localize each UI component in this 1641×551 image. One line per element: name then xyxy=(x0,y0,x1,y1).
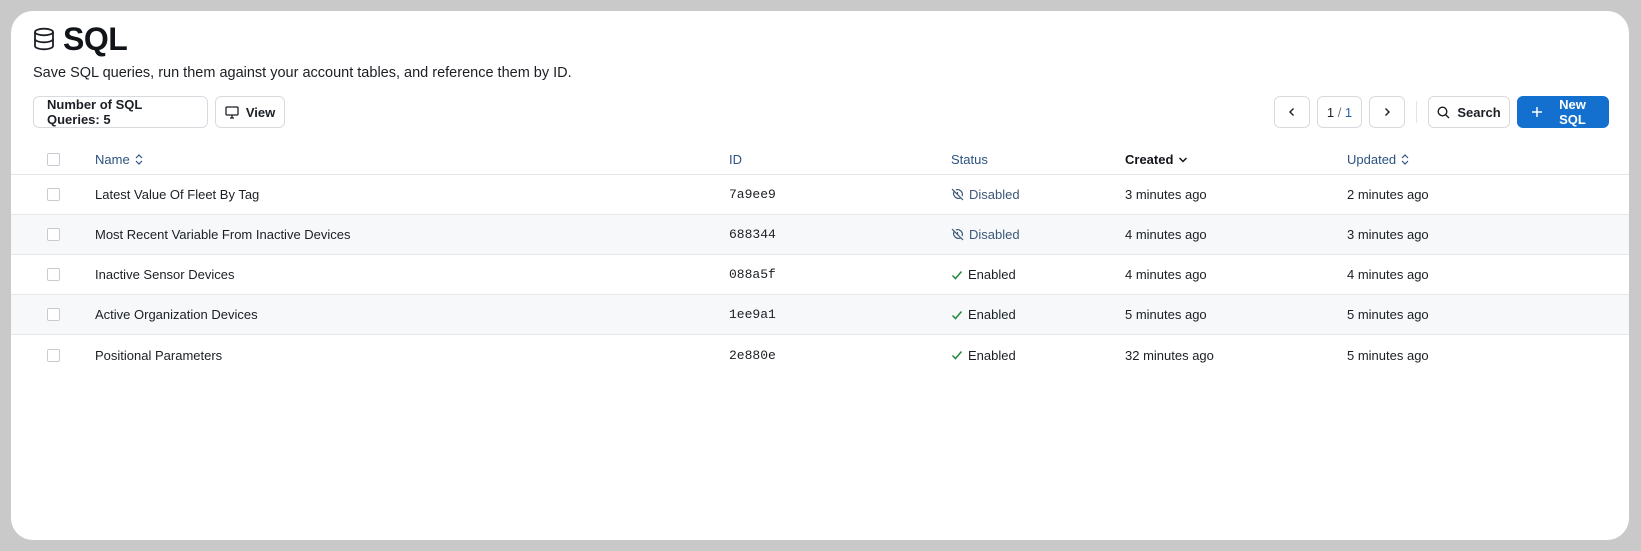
column-header-name[interactable]: Name xyxy=(95,145,143,174)
chevron-down-icon xyxy=(1178,156,1188,164)
toolbar: Number of SQL Queries: 5 View 1 / 1 Sear… xyxy=(33,96,1609,128)
page-title: SQL xyxy=(63,20,128,57)
row-id: 1ee9a1 xyxy=(729,307,776,322)
column-header-updated-label: Updated xyxy=(1347,152,1397,167)
page-indicator: 1 / 1 xyxy=(1317,96,1362,128)
page-current: 1 xyxy=(1326,104,1335,120)
app-window: SQL Save SQL queries, run them against y… xyxy=(11,11,1629,540)
disabled-icon xyxy=(951,228,964,241)
row-status-label: Enabled xyxy=(968,307,1016,322)
page-total: 1 xyxy=(1344,104,1353,120)
view-button-label: View xyxy=(245,104,276,120)
view-button[interactable]: View xyxy=(215,96,285,128)
column-header-created[interactable]: Created xyxy=(1125,145,1188,174)
row-name[interactable]: Inactive Sensor Devices xyxy=(95,255,234,294)
page-header: SQL Save SQL queries, run them against y… xyxy=(33,21,1607,82)
row-updated: 4 minutes ago xyxy=(1347,267,1429,282)
table-row[interactable]: Inactive Sensor Devices 088a5f Enabled 4… xyxy=(11,255,1629,295)
sort-icon xyxy=(1401,154,1409,165)
search-button-label: Search xyxy=(1457,104,1501,120)
previous-page-button[interactable] xyxy=(1274,96,1310,128)
sql-table: Name ID Status Created Updated Latest Va… xyxy=(11,145,1629,375)
search-button[interactable]: Search xyxy=(1428,96,1510,128)
row-created: 32 minutes ago xyxy=(1125,347,1214,363)
row-id: 7a9ee9 xyxy=(729,187,776,202)
row-updated: 5 minutes ago xyxy=(1347,307,1429,322)
row-status-label: Disabled xyxy=(969,227,1020,242)
column-header-name-label: Name xyxy=(95,152,130,167)
table-row[interactable]: Most Recent Variable From Inactive Devic… xyxy=(11,215,1629,255)
sort-icon xyxy=(135,154,143,165)
row-name[interactable]: Active Organization Devices xyxy=(95,295,258,334)
table-header-row: Name ID Status Created Updated xyxy=(11,145,1629,175)
row-checkbox[interactable] xyxy=(47,308,60,321)
check-icon xyxy=(951,269,963,281)
row-status: Disabled xyxy=(951,215,1020,254)
page-subtitle: Save SQL queries, run them against your … xyxy=(33,65,572,81)
database-icon xyxy=(33,27,55,51)
row-created: 4 minutes ago xyxy=(1125,267,1207,282)
check-icon xyxy=(951,349,963,361)
row-status-label: Disabled xyxy=(969,187,1020,202)
row-created: 5 minutes ago xyxy=(1125,307,1207,322)
row-name[interactable]: Latest Value Of Fleet By Tag xyxy=(95,175,259,214)
row-updated: 2 minutes ago xyxy=(1347,187,1429,202)
row-name[interactable]: Most Recent Variable From Inactive Devic… xyxy=(95,215,351,254)
row-checkbox[interactable] xyxy=(47,188,60,201)
row-id: 2e880e xyxy=(729,347,776,363)
row-checkbox[interactable] xyxy=(47,228,60,241)
row-status: Enabled xyxy=(951,295,1016,334)
search-icon xyxy=(1437,105,1450,119)
column-header-updated[interactable]: Updated xyxy=(1347,145,1409,174)
select-all-checkbox[interactable] xyxy=(47,153,60,166)
monitor-icon xyxy=(225,105,239,119)
row-id: 688344 xyxy=(729,227,776,242)
query-count-badge: Number of SQL Queries: 5 xyxy=(33,96,208,128)
column-header-status: Status xyxy=(951,145,988,174)
row-id: 088a5f xyxy=(729,267,776,282)
row-status-label: Enabled xyxy=(968,347,1016,363)
row-updated: 3 minutes ago xyxy=(1347,227,1429,242)
chevron-right-icon xyxy=(1382,105,1392,120)
row-checkbox[interactable] xyxy=(47,268,60,281)
row-status: Enabled xyxy=(951,255,1016,294)
new-sql-button[interactable]: New SQL xyxy=(1517,96,1609,128)
row-status: Disabled xyxy=(951,175,1020,214)
table-row[interactable]: Active Organization Devices 1ee9a1 Enabl… xyxy=(11,295,1629,335)
check-icon xyxy=(951,309,963,321)
row-created: 4 minutes ago xyxy=(1125,227,1207,242)
title-row: SQL xyxy=(33,21,1607,57)
column-header-status-label: Status xyxy=(951,152,988,167)
disabled-icon xyxy=(951,188,964,201)
chevron-left-icon xyxy=(1287,105,1297,120)
new-sql-button-label: New SQL xyxy=(1559,97,1586,127)
column-header-id: ID xyxy=(729,145,742,174)
row-status: Enabled xyxy=(951,335,1016,375)
next-page-button[interactable] xyxy=(1369,96,1405,128)
row-name[interactable]: Positional Parameters xyxy=(95,335,222,375)
toolbar-divider xyxy=(1416,101,1417,123)
table-row[interactable]: Latest Value Of Fleet By Tag 7a9ee9 Disa… xyxy=(11,175,1629,215)
table-row[interactable]: Positional Parameters 2e880e Enabled 32 … xyxy=(11,335,1629,375)
query-count-label: Number of SQL Queries: 5 xyxy=(47,97,143,127)
row-updated: 5 minutes ago xyxy=(1347,347,1429,363)
page-separator: / xyxy=(1334,104,1345,120)
row-status-label: Enabled xyxy=(968,267,1016,282)
column-header-created-label: Created xyxy=(1125,152,1174,167)
row-checkbox[interactable] xyxy=(47,348,60,362)
column-header-id-label: ID xyxy=(729,152,742,167)
row-created: 3 minutes ago xyxy=(1125,187,1207,202)
plus-icon xyxy=(1531,106,1543,118)
